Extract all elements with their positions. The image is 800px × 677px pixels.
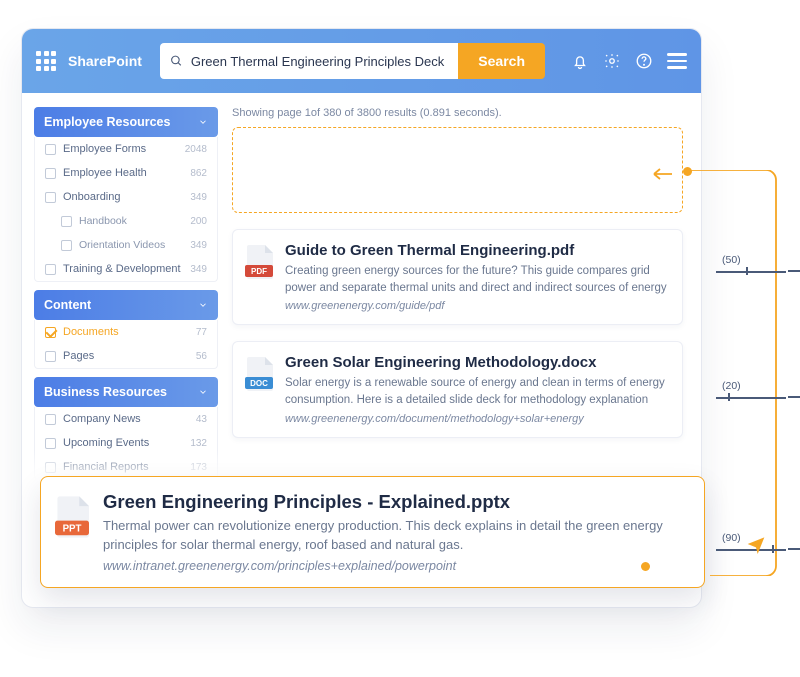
- chevron-down-icon: [198, 300, 208, 310]
- facet-item[interactable]: Employee Forms2048: [35, 137, 217, 161]
- connector-dot-icon: [683, 167, 692, 176]
- result-status: Showing page 1of 380 of 3800 results (0.…: [232, 107, 683, 119]
- facet-item-pages[interactable]: Pages56: [35, 344, 217, 368]
- promoted-result-card[interactable]: PPT Green Engineering Principles - Expla…: [40, 476, 705, 588]
- result-title: Guide to Green Thermal Engineering.pdf: [285, 242, 668, 259]
- svg-text:PDF: PDF: [251, 267, 267, 276]
- svg-text:PPT: PPT: [63, 524, 82, 535]
- promoted-description: Thermal power can revolutionize energy p…: [103, 517, 686, 555]
- arrow-left-icon: [652, 168, 672, 180]
- search-icon: [170, 54, 183, 68]
- result-description: Creating green energy sources for the fu…: [285, 263, 668, 296]
- bell-icon[interactable]: [571, 52, 589, 70]
- facet-sidebar: Employee Resources Employee Forms2048 Em…: [22, 93, 218, 488]
- help-icon[interactable]: [635, 52, 653, 70]
- brand-label: SharePoint: [68, 53, 142, 69]
- facet-item[interactable]: Employee Health862: [35, 161, 217, 185]
- pdf-file-icon: PDF: [245, 245, 273, 279]
- result-title: Green Solar Engineering Methodology.docx: [285, 354, 668, 371]
- result-card[interactable]: DOC Green Solar Engineering Methodology.…: [232, 341, 683, 437]
- connector-line: [686, 170, 786, 576]
- facet-content[interactable]: Content: [34, 290, 218, 320]
- result-url: www.greenenergy.com/guide/pdf: [285, 300, 668, 312]
- weight-label: (90): [722, 532, 741, 544]
- doc-file-icon: DOC: [245, 357, 273, 391]
- weight-label: (20): [722, 380, 741, 392]
- search-button[interactable]: Search: [458, 43, 545, 79]
- weight-label: (50): [722, 254, 741, 266]
- facet-employee-resources[interactable]: Employee Resources: [34, 107, 218, 137]
- facet-business-resources[interactable]: Business Resources: [34, 377, 218, 407]
- facet-item-documents[interactable]: Documents77: [35, 320, 217, 344]
- facet-subitem[interactable]: Orientation Videos349: [35, 233, 217, 257]
- ppt-file-icon: PPT: [55, 496, 89, 538]
- chevron-down-icon: [198, 117, 208, 127]
- search-box[interactable]: [160, 43, 458, 79]
- connector-dot-icon: [641, 562, 650, 571]
- chevron-down-icon: [198, 387, 208, 397]
- result-url: www.greenenergy.com/document/methodology…: [285, 413, 668, 425]
- menu-icon[interactable]: [667, 53, 687, 69]
- search-form: Search: [160, 43, 545, 79]
- facet-subitem[interactable]: Handbook200: [35, 209, 217, 233]
- settings-gear-icon[interactable]: [603, 52, 621, 70]
- header-bar: SharePoint Search: [22, 29, 701, 93]
- facet-item[interactable]: Training & Development349: [35, 257, 217, 281]
- search-input[interactable]: [191, 54, 448, 69]
- facet-item[interactable]: Upcoming Events132: [35, 431, 217, 455]
- weight-slider[interactable]: [716, 271, 786, 273]
- results-panel: Showing page 1of 380 of 3800 results (0.…: [218, 93, 701, 488]
- facet-item[interactable]: Onboarding349: [35, 185, 217, 209]
- facet-item[interactable]: Company News43: [35, 407, 217, 431]
- promoted-slot-placeholder: [232, 127, 683, 213]
- weight-slider[interactable]: [716, 397, 786, 399]
- result-description: Solar energy is a renewable source of en…: [285, 375, 668, 408]
- promoted-title: Green Engineering Principles - Explained…: [103, 491, 686, 513]
- boost-plane-icon: [746, 534, 766, 554]
- result-card[interactable]: PDF Guide to Green Thermal Engineering.p…: [232, 229, 683, 325]
- apps-launcher-icon[interactable]: [36, 51, 56, 71]
- svg-text:DOC: DOC: [250, 379, 268, 388]
- promoted-url: www.intranet.greenenergy.com/principles+…: [103, 559, 686, 573]
